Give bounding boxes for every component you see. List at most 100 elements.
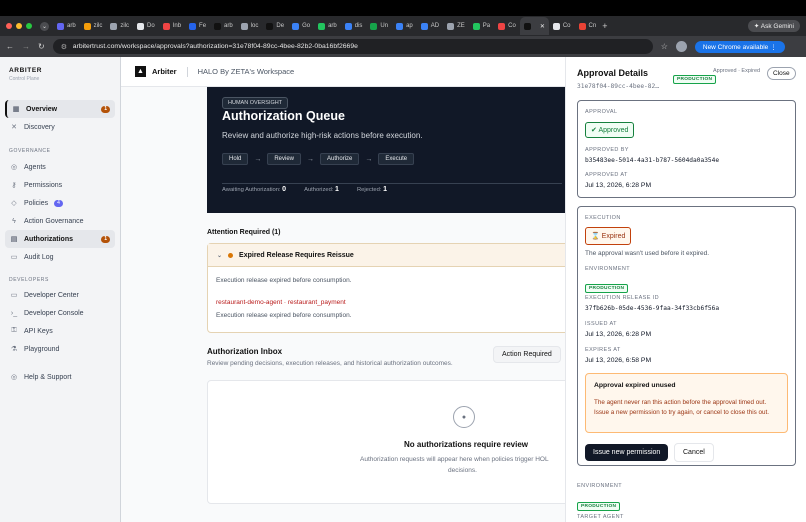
browser-tab[interactable]: Do [133,17,159,35]
empty-state-icon: ● [453,406,475,428]
close-panel-button[interactable]: Close [767,67,796,80]
chevron-down-icon[interactable]: ⌄ [217,252,222,259]
sidebar-item-permissions[interactable]: ⚷ Permissions [5,176,115,194]
attention-item-header[interactable]: ⌄ Expired Release Requires Reissue [208,244,566,267]
sidebar-item-discovery[interactable]: ✕ Discovery [5,118,115,136]
browser-tab[interactable]: loc [237,17,263,35]
browser-tab[interactable]: arb [53,17,80,35]
authorized-count: 1 [335,186,339,193]
browser-tab[interactable]: Cn [575,17,601,35]
tab-label: Pa [482,23,491,29]
key-icon: ⚷ [11,182,17,189]
forward-icon[interactable]: → [22,42,30,51]
approval-id: 31e78f04-89cc-4bee-82… [577,83,659,90]
browser-tab[interactable]: zilc [80,17,107,35]
browser-tab[interactable]: ap [392,17,417,35]
bookmark-star-icon[interactable]: ☆ [661,42,668,51]
workspace-name[interactable]: HALO By ZETA's Workspace [198,67,295,76]
target-agent-label: TARGET AGENT [577,514,624,520]
action-required-filter[interactable]: Action Required [493,346,561,363]
issue-new-permission-button[interactable]: Issue new permission [585,441,669,461]
authorization-queue-hero: HUMAN OVERSIGHT Authorization Queue Revi… [207,87,566,213]
browser-tab[interactable]: Fe [185,17,210,35]
browser-tab[interactable]: Pa [469,17,494,35]
release-id-label: EXECUTION RELEASE ID [585,295,660,301]
sidebar-item-playground[interactable]: ⚗ Playground [5,340,115,358]
sidebar-item-policies[interactable]: ◇ Policies 4 [5,194,115,212]
chrome-update-button[interactable]: New Chrome available ⋮ [694,40,785,53]
sidebar-item-developer-console[interactable]: ›_ Developer Console [5,304,115,322]
sidebar-item-label: Overview [26,105,58,113]
expired-warning-box: Approval expired unused The agent never … [585,373,788,433]
console-icon: ›_ [10,309,18,317]
workflow-steps: Hold → Review → Authorize → Execute [222,153,415,165]
browser-tab[interactable]: ✕ [519,17,549,35]
tab-search-icon[interactable]: ⌄ [40,21,49,31]
browser-tab[interactable]: arb [210,17,237,35]
step-authorize: Authorize [320,153,360,165]
sidebar-item-overview[interactable]: ▦ Overview 1 [5,100,115,118]
sidebar-item-action-governance[interactable]: ϟ Action Governance [5,212,115,230]
close-tab-icon[interactable]: ✕ [540,23,545,30]
browser-tab[interactable]: Go [288,17,314,35]
browser-tab[interactable]: arb [314,17,341,35]
authorizations-count-badge: 1 [101,235,110,243]
agent-description: Execution release expired before consump… [216,312,352,319]
step-hold: Hold [222,153,249,165]
human-oversight-tag: HUMAN OVERSIGHT [222,97,289,109]
maximize-window-button[interactable] [26,23,32,29]
ask-gemini-button[interactable]: ✦ Ask Gemini [747,20,800,32]
sidebar-item-api-keys[interactable]: ⚿ API Keys [5,322,115,340]
api-key-icon: ⚿ [11,327,17,334]
arrow-right-icon: → [307,155,315,163]
tab-label: Un [380,23,389,29]
tab-favicon-icon [240,22,248,30]
authorized-label: Authorized: [304,187,334,193]
browser-tab[interactable]: Un [366,17,392,35]
browser-tab[interactable]: ZE [443,17,469,35]
sidebar-item-agents[interactable]: ◎ Agents [5,158,115,176]
tab-label: De [276,23,285,29]
help-icon: ◎ [10,374,18,381]
issued-at-label: ISSUED AT [585,321,617,327]
tab-label: dis [354,23,363,29]
new-tab-icon[interactable]: + [602,21,607,31]
sidebar-item-help[interactable]: ◎ Help & Support [5,368,115,386]
profile-avatar[interactable] [675,41,687,52]
browser-tab[interactable]: De [262,17,288,35]
awaiting-count: 0 [282,186,287,193]
approval-details-panel: Approval Details PRODUCTION Approved · E… [565,57,806,522]
execution-card: EXECUTION ⌛ Expired The approval wasn't … [577,206,796,466]
site-info-icon[interactable]: ⚙ [61,43,67,51]
browser-tab[interactable]: zilc [106,17,133,35]
tab-favicon-icon [83,22,91,30]
browser-tab[interactable]: AD [417,17,443,35]
sidebar-item-label: Discovery [24,123,55,131]
warning-body: The agent never ran this action before t… [594,399,770,416]
sidebar-item-developer-center[interactable]: ▭ Developer Center [5,286,115,304]
approval-section-label: APPROVAL [585,109,618,115]
cancel-button[interactable]: Cancel [674,441,714,462]
agent-link[interactable]: restaurant-demo-agent · restaurant_payme… [216,299,346,306]
sidebar-item-authorizations[interactable]: ▤ Authorizations 1 [5,230,115,248]
tab-favicon-icon [447,22,455,30]
chrome-update-label: New Chrome available [702,43,769,51]
tab-label: Go [302,23,311,29]
arbiter-logo-icon: ▲ [135,66,146,77]
panel-title: Approval Details [577,68,649,78]
expired-badge: ⌛ Expired [585,227,632,245]
browser-tab[interactable]: Co [494,17,520,35]
sidebar-item-audit-log[interactable]: ▭ Audit Log [5,248,115,266]
back-icon[interactable]: ← [6,42,14,51]
inbox-title: Authorization Inbox [207,347,283,356]
browser-tab[interactable]: Inb [159,17,185,35]
tab-label: arb [224,23,233,29]
close-window-button[interactable] [6,23,12,29]
browser-tab[interactable]: dis [341,17,367,35]
url-input[interactable]: ⚙ arbitertrust.com/workspace/approvals?a… [52,39,653,54]
minimize-window-button[interactable] [16,23,22,29]
reload-icon[interactable]: ↻ [38,42,45,51]
browser-tab[interactable]: Co [549,17,575,35]
attention-header: Attention Required (1) [207,229,281,236]
step-execute: Execute [378,153,415,165]
